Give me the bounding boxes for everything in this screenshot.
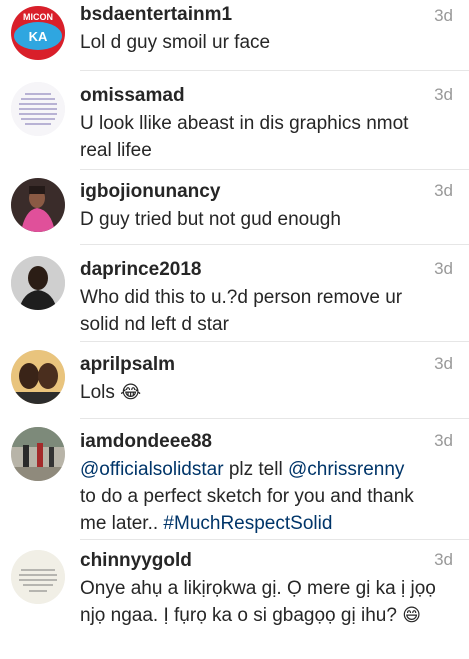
comment-item: igbojionunancy D guy tried but not gud e… (0, 170, 469, 245)
avatar[interactable] (11, 178, 65, 232)
hashtag-link[interactable]: #MuchRespectSolid (163, 513, 332, 534)
comment-text: Lol d guy smoil ur face (80, 32, 271, 53)
comment-text: Who did this to u.?d person remove ur so… (80, 287, 403, 335)
avatar[interactable] (11, 350, 65, 404)
quote-image-icon (11, 550, 65, 604)
avatar[interactable] (11, 82, 65, 136)
comment-item: aprilpsalm Lols 😂 3d (0, 342, 469, 419)
comment-text: U look llike abeast in dis graphics nmot… (80, 113, 409, 161)
comment-username[interactable]: bsdaentertainm1 (80, 4, 455, 26)
comment-username[interactable]: igbojionunancy (80, 181, 455, 203)
avatar[interactable] (11, 256, 65, 310)
comment-username[interactable]: iamdondeee88 (80, 431, 455, 453)
mention-link[interactable]: @chrissrenny (288, 459, 404, 480)
comment-time: 3d (434, 85, 453, 104)
person-photo-icon (11, 178, 65, 232)
comment-list: MICON KA bsdaentertainm1 Lol d guy smoil… (0, 0, 469, 659)
comment-item: daprince2018 Who did this to u.?d person… (0, 245, 469, 342)
comment-text: @officialsolidstar plz tell @chrissrenny… (80, 456, 425, 537)
quote-image-icon (11, 82, 65, 136)
smiling-face-emoji: 😄 (402, 605, 421, 626)
comment-time: 3d (434, 181, 453, 200)
comment-username[interactable]: chinnyygold (80, 550, 455, 572)
comment-time: 3d (434, 6, 453, 25)
avatar-label-mid: KA (29, 29, 48, 44)
comment-item: chinnyygold Onye ahụ a likịrọkwa gị. Ọ m… (0, 540, 469, 659)
avatar[interactable]: MICON KA (11, 6, 65, 60)
avatar[interactable] (11, 427, 65, 481)
comment-text: D guy tried but not gud enough (80, 209, 341, 230)
comment-text: Lols 😂 (80, 379, 440, 406)
comment-username[interactable]: daprince2018 (80, 259, 455, 281)
avatar[interactable] (11, 550, 65, 604)
comment-item: iamdondeee88 @officialsolidstar plz tell… (0, 419, 469, 540)
micon-logo-icon: MICON KA (11, 6, 65, 60)
comment-username[interactable]: aprilpsalm (80, 354, 455, 376)
street-photo-icon (11, 427, 65, 481)
comment-time: 3d (434, 354, 453, 373)
comment-time: 3d (434, 431, 453, 450)
person-photo-icon (11, 256, 65, 310)
comment-time: 3d (434, 550, 453, 569)
comment-text-content: Lols (80, 382, 115, 403)
comment-item: MICON KA bsdaentertainm1 Lol d guy smoil… (0, 0, 469, 71)
comment-text-content: Onye ahụ a likịrọkwa gị. Ọ mere gị ka ị … (80, 578, 436, 626)
tears-of-joy-emoji: 😂 (120, 382, 142, 403)
avatar-label-top: MICON (23, 12, 53, 22)
comment-text: Onye ahụ a likịrọkwa gị. Ọ mere gị ka ị … (80, 575, 440, 629)
mention-link[interactable]: @officialsolidstar (80, 459, 224, 480)
selfie-photo-icon (11, 350, 65, 404)
comment-time: 3d (434, 259, 453, 278)
comment-username[interactable]: omissamad (80, 85, 455, 107)
comment-text-segment: plz tell (223, 459, 288, 480)
comment-item: omissamad U look llike abeast in dis gra… (0, 71, 469, 170)
